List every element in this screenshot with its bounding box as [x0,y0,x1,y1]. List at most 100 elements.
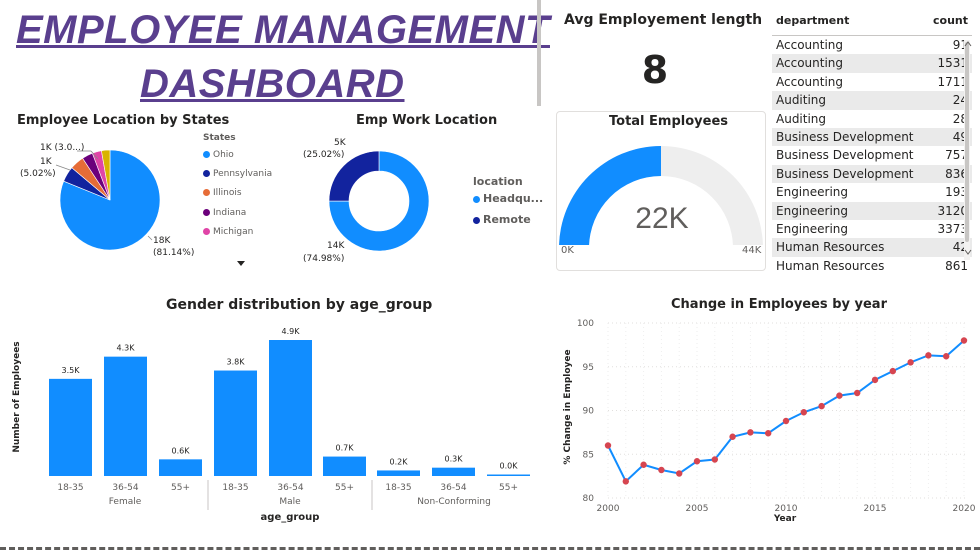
data-point[interactable] [818,402,825,410]
bar-36-54[interactable] [104,356,147,476]
table-row[interactable]: Human Resources 42 [772,238,972,257]
bar-data-label: 0.2K [390,457,409,466]
cell-department: Business Development [776,148,914,163]
data-point[interactable] [747,429,754,436]
legend-dot [203,170,210,177]
data-point[interactable] [729,433,736,440]
gauge-max: 44K [742,245,762,256]
bar-tick-label: 18-35 [385,483,411,493]
data-point[interactable] [622,478,629,485]
gauge-value: 22K [635,202,689,235]
bar-55+[interactable] [159,459,202,476]
legend-item-illinois[interactable]: Illinois [203,188,242,198]
column-header-count[interactable]: count [933,14,968,27]
table-row[interactable]: Auditing 24 [772,91,972,110]
gender-bar-chart[interactable]: 3.5K 18-35 4.3K 36-54 0.6K 55+ 3.8K 18-35 4.9K 36… [0,315,540,530]
table-row[interactable]: Business Development 757 [772,146,972,164]
column-header-department[interactable]: department [776,14,849,27]
data-point[interactable] [871,376,879,384]
scroll-up-icon[interactable] [964,40,972,48]
legend-item-michigan[interactable]: Michigan [203,227,253,237]
legend-dot [203,209,210,216]
legend-label: Ohio [213,150,234,160]
legend-item-ohio[interactable]: Ohio [203,150,234,160]
data-point[interactable] [960,337,968,344]
line-chart-title: Change in Employees by year [671,297,887,312]
data-point[interactable] [943,353,950,360]
legend-dot [203,189,210,196]
data-point[interactable] [836,392,843,399]
table-scrollbar-thumb[interactable] [965,42,969,242]
bar-36-54[interactable] [432,467,475,476]
donut-label-remote-pct: (25.02%) [303,150,345,160]
pie-leader-big [147,235,153,241]
data-point[interactable] [800,409,807,416]
data-point[interactable] [640,461,647,468]
bar-18-35[interactable] [49,378,92,476]
y-tick-label: 90 [583,407,595,417]
table-row[interactable]: Business Development 49 [772,127,972,147]
donut-label-hq: 14K [327,241,345,251]
pie-label-a: 1K (3.0...) [40,143,85,153]
table-row[interactable]: Engineering 193 [772,183,972,201]
x-tick-label: 2010 [775,504,798,514]
y-tick-label: 100 [577,319,594,329]
data-point[interactable] [854,389,861,397]
bar-18-35[interactable] [377,470,420,476]
bar-group-label: Female [109,497,142,507]
data-point[interactable] [693,458,701,465]
bar-tick-label: 36-54 [112,483,138,493]
employee-change-line-chart[interactable]: 80 85 90 95 100 2000 2005 2010 2015 2020 [555,312,975,527]
section-divider [537,0,541,106]
table-row[interactable]: Auditing 28 [772,110,972,128]
caret-down-icon[interactable] [236,260,246,268]
cell-department: Auditing [776,111,827,126]
data-point[interactable] [676,470,683,477]
legend-item-indiana[interactable]: Indiana [203,208,246,218]
bar-tick-label: 36-54 [440,483,466,493]
bar-55+[interactable] [323,456,366,476]
legend-item-headquarters[interactable]: Headqu... [473,192,543,205]
data-point[interactable] [765,430,772,437]
location-pie-title: Employee Location by States [17,113,230,128]
data-point[interactable] [711,456,718,463]
data-point[interactable] [925,352,932,359]
bar-18-35[interactable] [214,370,257,476]
bar-tick-label: 55+ [499,483,518,493]
bar-55+[interactable] [487,474,530,477]
cell-department: Accounting [776,38,844,52]
bar-data-label: 0.0K [500,462,519,471]
y-tick-label: 80 [583,494,595,504]
legend-label: Headqu... [483,192,544,205]
x-tick-label: 2015 [864,504,887,514]
data-point[interactable] [782,417,790,425]
data-point[interactable] [907,359,914,366]
data-point[interactable] [889,367,896,375]
bar-tick-label: 55+ [335,483,354,493]
legend-item-remote[interactable]: Remote [473,213,531,226]
avg-card-value: 8 [641,48,669,92]
bar-data-label: 4.3K [117,344,136,353]
data-point[interactable] [604,442,612,449]
table-row[interactable]: Engineering 3120 [772,201,972,220]
cell-department: Human Resources [776,258,885,270]
table-row[interactable]: Accounting 1531 [772,54,972,73]
work-location-title: Emp Work Location [356,113,498,128]
bottom-border [0,547,980,550]
table-row[interactable]: Engineering 3373 [772,220,972,238]
bar-data-label: 3.8K [227,358,246,367]
data-point[interactable] [658,466,665,474]
cell-department: Engineering [776,221,848,236]
table-row[interactable]: Accounting 1711 [772,73,972,91]
department-table[interactable]: department count Accounting 91 Accounting 1… [772,8,972,270]
legend-label: Illinois [213,188,242,198]
scroll-down-icon[interactable] [964,248,972,256]
legend-item-pennsylvania[interactable]: Pennsylvania [203,169,272,179]
bar-36-54[interactable] [269,340,312,476]
pie-label-big-pct: (81.14%) [153,248,195,258]
table-row[interactable]: Human Resources 861 [772,257,972,270]
table-row[interactable]: Business Development 836 [772,164,972,184]
table-row[interactable]: Accounting 91 [772,36,972,54]
dashboard-title-line2: DASHBOARD [140,62,405,106]
cell-department: Auditing [776,93,827,108]
